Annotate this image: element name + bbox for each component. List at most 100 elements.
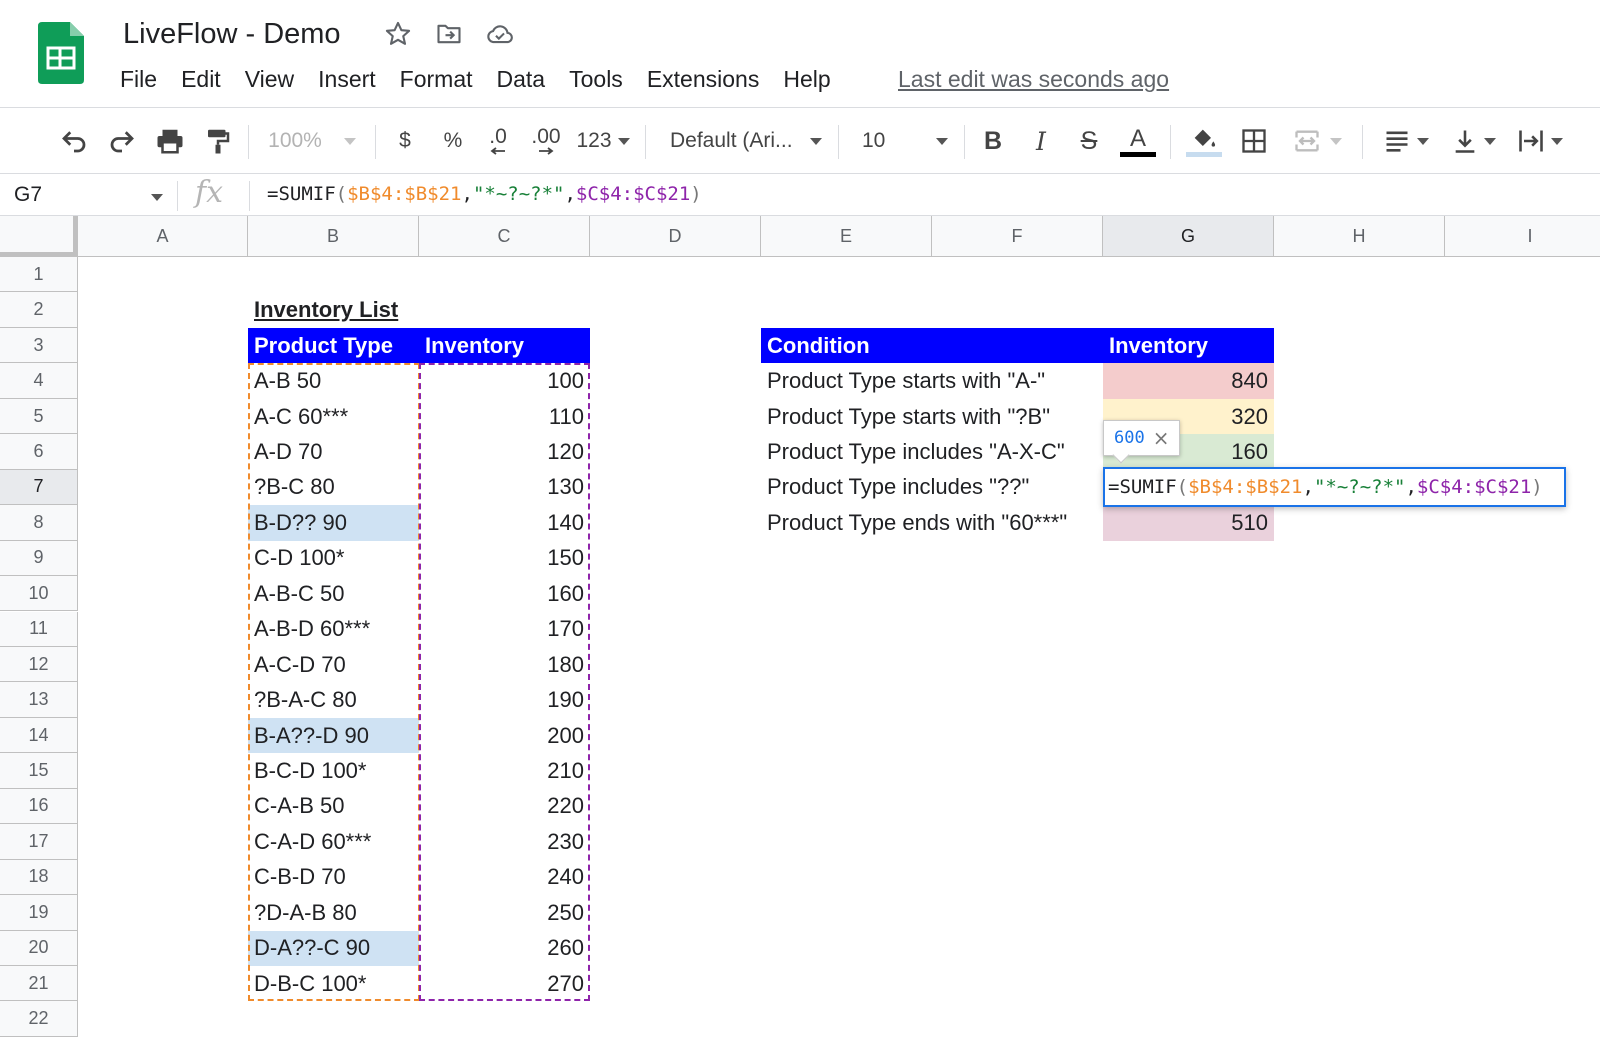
close-icon[interactable]: × <box>1153 426 1170 450</box>
header-inventory[interactable]: Inventory <box>419 327 590 364</box>
font-family-value: Default (Ari... <box>670 129 793 152</box>
borders-icon[interactable] <box>1236 123 1272 159</box>
currency-format-button[interactable]: $ <box>390 123 420 159</box>
more-formats-select[interactable]: 123 <box>574 123 632 159</box>
menu-item-format[interactable]: Format <box>388 66 485 93</box>
formula-criterion: "*~?~?*" <box>1313 475 1406 498</box>
column-header-b[interactable]: B <box>248 216 419 257</box>
increase-decimal-label: .00 <box>531 125 561 148</box>
align-bottom-icon <box>1455 130 1475 153</box>
menu-item-data[interactable]: Data <box>485 66 558 93</box>
column-header-f[interactable]: F <box>932 216 1103 257</box>
inventory-list-title[interactable]: Inventory List <box>248 292 588 327</box>
menu-item-view[interactable]: View <box>233 66 306 93</box>
column-header-g[interactable]: G <box>1103 216 1274 257</box>
row-header-16[interactable]: 16 <box>0 788 78 825</box>
decrease-decimal-button[interactable]: .0 <box>480 123 516 159</box>
increase-decimal-button[interactable]: .00 <box>526 123 566 159</box>
row-header-6[interactable]: 6 <box>0 434 78 470</box>
condition-cell[interactable]: Product Type starts with "A-" <box>761 363 1103 398</box>
chevron-down-icon <box>1551 137 1563 145</box>
column-header-d[interactable]: D <box>590 216 761 257</box>
row-header-17[interactable]: 17 <box>0 824 78 860</box>
column-header-c[interactable]: C <box>419 216 590 257</box>
row-header-2[interactable]: 2 <box>0 292 78 328</box>
formula-input[interactable]: =SUMIF($B$4:$B$21,"*~?~?*",$C$4:$C$21) <box>267 183 702 205</box>
fx-icon: fx <box>195 175 224 210</box>
spreadsheet-grid[interactable]: ABCDEFGHI 1 2 3 4 5 6 7 8 9 10 11 12 13 14 15 16 17 18 19 2… <box>0 216 1600 1060</box>
row-header-20[interactable]: 20 <box>0 930 78 966</box>
font-size-select[interactable]: 10 <box>852 123 952 159</box>
chevron-down-icon[interactable] <box>151 194 163 201</box>
row-header-1[interactable]: 1 <box>0 257 78 293</box>
menu-item-file[interactable]: File <box>108 66 169 93</box>
row-header-15[interactable]: 15 <box>0 753 78 789</box>
condition-result-cell[interactable]: 510 <box>1103 505 1274 541</box>
fill-color-button[interactable] <box>1184 123 1224 159</box>
move-to-folder-icon[interactable] <box>435 20 463 53</box>
percent-format-button[interactable]: % <box>438 123 468 159</box>
condition-cell[interactable]: Product Type starts with "?B" <box>761 399 1103 434</box>
document-title[interactable]: LiveFlow - Demo <box>123 18 341 51</box>
chevron-down-icon <box>343 137 356 145</box>
row-header-21[interactable]: 21 <box>0 966 78 1002</box>
zoom-select[interactable]: 100% <box>262 123 362 159</box>
cell-editor-g7[interactable]: =SUMIF($B$4:$B$21, "*~?~?*", $C$4:$C$21) <box>1103 466 1566 508</box>
range-highlight-inventory <box>419 363 590 1002</box>
row-header-5[interactable]: 5 <box>0 398 78 435</box>
font-family-select[interactable]: Default (Ari... <box>660 123 826 159</box>
header-condition[interactable]: Condition <box>761 327 1103 364</box>
row-header-11[interactable]: 11 <box>0 611 78 647</box>
paint-format-icon[interactable] <box>200 123 236 159</box>
menu-item-tools[interactable]: Tools <box>557 66 635 93</box>
title-bar: LiveFlow - Demo File Edit View Insert Format… <box>0 0 1600 108</box>
column-header-i[interactable]: I <box>1445 216 1600 257</box>
row-header-18[interactable]: 18 <box>0 859 78 896</box>
text-wrapping-button[interactable] <box>1512 123 1568 159</box>
text-color-button[interactable]: A <box>1118 123 1158 159</box>
vertical-align-button[interactable] <box>1446 123 1502 159</box>
condition-cell[interactable]: Product Type includes "??" <box>761 470 1103 505</box>
row-header-8[interactable]: 8 <box>0 505 78 541</box>
arrow-left-icon <box>490 147 505 155</box>
column-header-h[interactable]: H <box>1274 216 1445 257</box>
row-header-3[interactable]: 3 <box>0 327 78 364</box>
menu-item-insert[interactable]: Insert <box>306 66 388 93</box>
formula-open-paren: ( <box>335 183 348 205</box>
header-product-type[interactable]: Product Type <box>248 327 419 364</box>
italic-button[interactable]: I <box>1026 123 1056 159</box>
sheets-logo-icon[interactable] <box>38 22 84 89</box>
merge-cells-button[interactable] <box>1286 123 1348 159</box>
condition-cell[interactable]: Product Type includes "A-X-C" <box>761 434 1103 469</box>
row-header-4[interactable]: 4 <box>0 363 78 399</box>
header-condition-inventory[interactable]: Inventory <box>1103 327 1274 364</box>
menu-item-extensions[interactable]: Extensions <box>635 66 772 93</box>
row-header-7[interactable]: 7 <box>0 469 78 506</box>
text-wrap-icon <box>1519 130 1543 152</box>
column-header-a[interactable]: A <box>78 216 248 257</box>
row-header-19[interactable]: 19 <box>0 895 78 931</box>
cloud-saved-icon[interactable] <box>485 20 515 53</box>
menu-item-help[interactable]: Help <box>771 66 842 93</box>
row-header-13[interactable]: 13 <box>0 682 78 718</box>
menu-item-edit[interactable]: Edit <box>169 66 233 93</box>
formula-range-product: $B$4:$B$21 <box>347 183 462 205</box>
row-header-9[interactable]: 9 <box>0 540 78 577</box>
undo-icon[interactable] <box>56 123 92 159</box>
print-icon[interactable] <box>152 123 188 159</box>
strikethrough-button[interactable]: S <box>1074 123 1104 159</box>
condition-result-cell[interactable]: 840 <box>1103 363 1274 399</box>
row-header-12[interactable]: 12 <box>0 646 78 683</box>
name-box[interactable]: G7 <box>14 183 42 207</box>
horizontal-align-button[interactable] <box>1378 123 1434 159</box>
bold-button[interactable]: B <box>978 123 1008 159</box>
column-header-e[interactable]: E <box>761 216 932 257</box>
last-edit-link[interactable]: Last edit was seconds ago <box>898 66 1169 93</box>
row-header-22[interactable]: 22 <box>0 1001 78 1037</box>
row-header-14[interactable]: 14 <box>0 717 78 754</box>
select-all-corner[interactable] <box>0 216 78 257</box>
redo-icon[interactable] <box>104 123 140 159</box>
condition-cell[interactable]: Product Type ends with "60***" <box>761 505 1103 540</box>
row-header-10[interactable]: 10 <box>0 576 78 612</box>
star-icon[interactable] <box>384 20 412 53</box>
